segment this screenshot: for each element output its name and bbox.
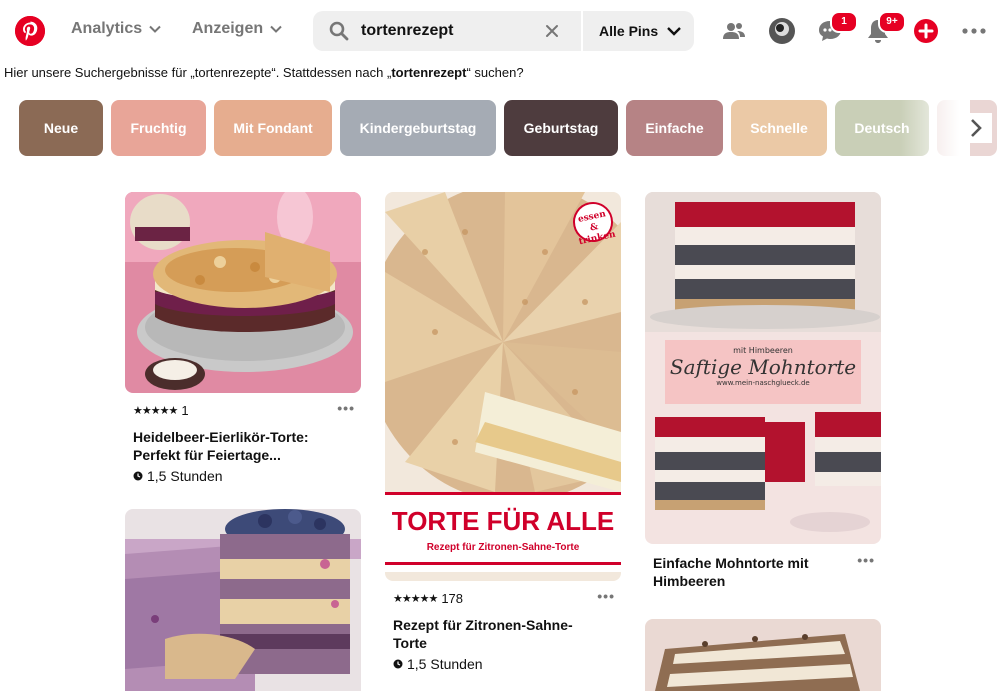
chips-next-button[interactable] <box>960 113 992 143</box>
chip-label: Geburtstag <box>523 120 599 136</box>
pin-card[interactable]: essen & trinken TORTE FÜR ALLE Rezept fü… <box>385 192 621 672</box>
search-divider <box>581 11 583 51</box>
notice-suffix: “ suchen? <box>466 65 524 80</box>
banner-title: TORTE FÜR ALLE <box>391 506 615 536</box>
pin-banner: TORTE FÜR ALLE Rezept für Zitronen-Sahne… <box>385 492 621 572</box>
pin-time: 1,5 Stunden <box>393 656 621 672</box>
chip-schnelle[interactable]: Schnelle <box>731 100 827 156</box>
pin-card[interactable]: mit Himbeeren Saftige Mohntorte www.mein… <box>645 192 881 590</box>
pin-card[interactable] <box>125 509 361 691</box>
suggested-term-link[interactable]: tortenrezept <box>391 65 466 80</box>
search-scope-dropdown[interactable]: Alle Pins <box>599 23 682 39</box>
pin-time-label: 1,5 Stunden <box>407 656 483 672</box>
clock-icon <box>133 471 143 481</box>
rating-count: 1 <box>181 403 189 418</box>
pin-card[interactable] <box>645 619 881 691</box>
pin-rating: ★★★★★ 178 <box>393 591 621 606</box>
overlay-url: www.mein-naschglueck.de <box>716 379 810 387</box>
nav-anzeigen[interactable]: Anzeigen <box>192 20 283 38</box>
pin-image[interactable] <box>645 619 881 691</box>
pin-overlay: mit Himbeeren Saftige Mohntorte www.mein… <box>665 340 861 404</box>
pin-image[interactable] <box>125 192 361 393</box>
pin-more-icon[interactable]: ••• <box>597 588 615 604</box>
chip-geburtstag[interactable]: Geburtstag <box>504 100 618 156</box>
messages-badge: 1 <box>830 11 858 33</box>
search-input[interactable]: tortenrezept <box>361 22 453 40</box>
nav-analytics[interactable]: Analytics <box>71 20 162 38</box>
overlay-subtitle: mit Himbeeren <box>733 346 793 355</box>
chevron-down-icon <box>270 25 282 33</box>
notifications-badge: 9+ <box>878 11 906 33</box>
chip-kindergeburtstag[interactable]: Kindergeburtstag <box>340 100 496 156</box>
chip-label: Kindergeburtstag <box>359 120 477 136</box>
chevron-down-icon <box>149 25 161 33</box>
pin-more-icon[interactable]: ••• <box>337 400 355 416</box>
suggested-term: tortenrezept <box>391 65 467 80</box>
pin-time-label: 1,5 Stunden <box>147 468 223 484</box>
chip-neue[interactable]: Neue <box>19 100 103 156</box>
pin-image[interactable]: mit Himbeeren Saftige Mohntorte www.mein… <box>645 192 881 544</box>
header: Analytics Anzeigen tortenrezept Alle Pin… <box>0 0 1004 62</box>
chip-label: Mit Fondant <box>233 120 313 136</box>
avatar[interactable] <box>768 17 796 45</box>
banner-line <box>385 492 621 495</box>
pin-image[interactable] <box>125 509 361 691</box>
chevron-down-icon <box>667 27 681 36</box>
clear-icon[interactable] <box>544 23 560 39</box>
messages-button[interactable]: 1 <box>816 11 858 45</box>
rating-stars: ★★★★★ <box>133 405 178 417</box>
pin-rating: ★★★★★ 1 <box>133 403 361 418</box>
pin-title[interactable]: Heidelbeer-Eierlikör-Torte: Perfekt für … <box>133 428 323 464</box>
pin-card[interactable]: ★★★★★ 1 ••• Heidelbeer-Eierlikör-Torte: … <box>125 192 361 484</box>
nav-analytics-label: Analytics <box>71 20 143 37</box>
pin-title[interactable]: Einfache Mohntorte mit Himbeeren <box>653 554 843 590</box>
pinterest-logo-icon[interactable] <box>15 16 45 46</box>
pin-more-icon[interactable]: ••• <box>857 552 875 568</box>
clock-icon <box>393 659 403 669</box>
chip-label: Schnelle <box>750 120 808 136</box>
rating-count: 178 <box>441 591 464 606</box>
add-icon[interactable] <box>912 17 940 45</box>
search-suggestion-notice: Hier unsere Suchergebnisse für „tortenre… <box>4 65 524 80</box>
chevron-right-icon <box>971 119 982 137</box>
more-options-icon[interactable] <box>960 17 988 45</box>
search-icon <box>329 21 349 41</box>
chip-label: Einfache <box>645 120 704 136</box>
banner-line <box>385 562 621 565</box>
overlay-title: Saftige Mohntorte <box>669 355 857 379</box>
people-icon[interactable] <box>720 17 748 45</box>
search-scope-label: Alle Pins <box>599 23 659 39</box>
search-bar[interactable]: tortenrezept Alle Pins <box>313 11 694 51</box>
pin-title[interactable]: Rezept für Zitronen-Sahne-Torte <box>393 616 583 652</box>
chip-label: Neue <box>43 120 79 136</box>
chip-label: Fruchtig <box>130 120 187 136</box>
notifications-button[interactable]: 9+ <box>864 11 906 45</box>
chip-mit-fondant[interactable]: Mit Fondant <box>214 100 332 156</box>
rating-stars: ★★★★★ <box>393 593 438 605</box>
chip-fruchtig[interactable]: Fruchtig <box>111 100 206 156</box>
pin-image[interactable]: essen & trinken TORTE FÜR ALLE Rezept fü… <box>385 192 621 581</box>
chip-einfache[interactable]: Einfache <box>626 100 723 156</box>
nav-anzeigen-label: Anzeigen <box>192 20 264 37</box>
pin-time: 1,5 Stunden <box>133 468 361 484</box>
notice-prefix: Hier unsere Suchergebnisse für „tortenre… <box>4 65 392 80</box>
banner-subtitle: Rezept für Zitronen-Sahne-Torte <box>426 542 580 553</box>
